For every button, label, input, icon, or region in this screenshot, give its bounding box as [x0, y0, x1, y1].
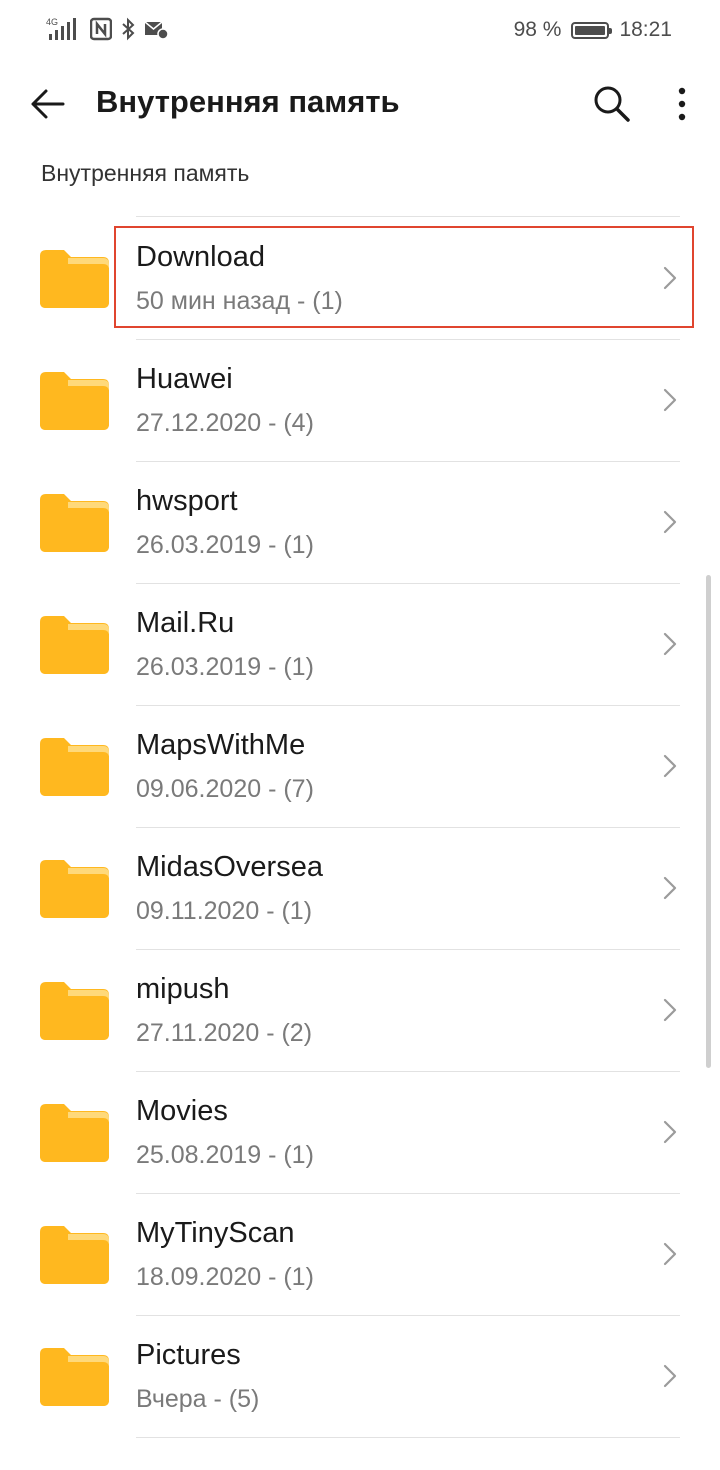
folder-meta: 27.12.2020 - (4) [136, 409, 314, 437]
status-icons-left: 4G [46, 16, 169, 47]
folder-icon [40, 616, 109, 674]
battery-percent: 98 % [513, 18, 562, 41]
folder-name: MyTinyScan [136, 1217, 295, 1249]
folder-meta: 26.03.2019 - (1) [136, 531, 314, 559]
mail-alert-icon [144, 18, 169, 45]
folder-name: MapsWithMe [136, 729, 306, 761]
folder-list: Download 50 мин назад - (1) Huawei 27.12… [0, 216, 720, 1438]
chevron-right-icon [663, 998, 677, 1022]
folder-row[interactable]: MidasOversea 09.11.2020 - (1) [0, 827, 720, 950]
folder-meta: 18.09.2020 - (1) [136, 1263, 314, 1291]
folder-name: Huawei [136, 363, 233, 395]
folder-row[interactable]: Huawei 27.12.2020 - (4) [0, 339, 720, 462]
battery-level [575, 25, 605, 35]
folder-row[interactable]: mipush 27.11.2020 - (2) [0, 949, 720, 1072]
folder-icon [40, 982, 109, 1040]
folder-row[interactable]: MyTinyScan 18.09.2020 - (1) [0, 1193, 720, 1316]
back-button[interactable] [24, 80, 72, 128]
folder-name: mipush [136, 973, 230, 1005]
folder-row[interactable]: Download 50 мин назад - (1) [0, 217, 720, 340]
status-icons-right: 98 % 18:21 [514, 18, 672, 42]
folder-name: MidasOversea [136, 851, 323, 883]
network-type: 4G [46, 17, 58, 27]
folder-icon [40, 250, 109, 308]
battery-icon [571, 21, 613, 39]
folder-name: Download [136, 241, 265, 273]
chevron-right-icon [663, 1242, 677, 1266]
folder-row[interactable]: MapsWithMe 09.06.2020 - (7) [0, 705, 720, 828]
search-button[interactable] [586, 80, 638, 128]
folder-meta: 09.06.2020 - (7) [136, 775, 314, 803]
folder-meta: Вчера - (5) [136, 1385, 260, 1413]
folder-row[interactable]: hwsport 26.03.2019 - (1) [0, 461, 720, 584]
chevron-right-icon [663, 510, 677, 534]
folder-name: Pictures [136, 1339, 241, 1371]
folder-meta: 27.11.2020 - (2) [136, 1019, 313, 1047]
folder-row[interactable]: Pictures Вчера - (5) [0, 1315, 720, 1438]
signal-icon: 4G [46, 16, 82, 47]
chevron-right-icon [663, 266, 677, 290]
folder-icon [40, 1104, 109, 1162]
folder-row[interactable]: Movies 25.08.2019 - (1) [0, 1071, 720, 1194]
folder-icon [40, 860, 109, 918]
row-divider [136, 1437, 680, 1438]
chevron-right-icon [663, 388, 677, 412]
app-bar: Внутренняя память [0, 62, 720, 144]
folder-name: Mail.Ru [136, 607, 235, 639]
scrollbar[interactable] [706, 575, 711, 1068]
folder-meta: 50 мин назад - (1) [136, 287, 343, 315]
clock: 18:21 [619, 18, 672, 41]
more-vert-icon [678, 87, 686, 121]
breadcrumb[interactable]: Внутренняя память [41, 160, 249, 187]
chevron-right-icon [663, 1364, 677, 1388]
folder-name: Movies [136, 1095, 228, 1127]
folder-meta: 25.08.2019 - (1) [136, 1141, 314, 1169]
folder-name: hwsport [136, 485, 238, 517]
folder-icon [40, 738, 109, 796]
chevron-right-icon [663, 1120, 677, 1144]
folder-icon [40, 494, 109, 552]
page-title: Внутренняя память [96, 84, 400, 119]
bluetooth-icon [120, 17, 136, 46]
folder-icon [40, 1348, 109, 1406]
folder-icon [40, 372, 109, 430]
chevron-right-icon [663, 876, 677, 900]
folder-icon [40, 1226, 109, 1284]
chevron-right-icon [663, 632, 677, 656]
folder-row[interactable]: Mail.Ru 26.03.2019 - (1) [0, 583, 720, 706]
search-icon [594, 86, 630, 122]
status-bar: 4G 98 % 18:21 [0, 0, 720, 62]
chevron-right-icon [663, 754, 677, 778]
back-arrow-icon [31, 89, 65, 119]
nfc-icon [89, 17, 113, 46]
more-options-button[interactable] [660, 80, 704, 128]
folder-meta: 09.11.2020 - (1) [136, 897, 313, 925]
folder-meta: 26.03.2019 - (1) [136, 653, 314, 681]
